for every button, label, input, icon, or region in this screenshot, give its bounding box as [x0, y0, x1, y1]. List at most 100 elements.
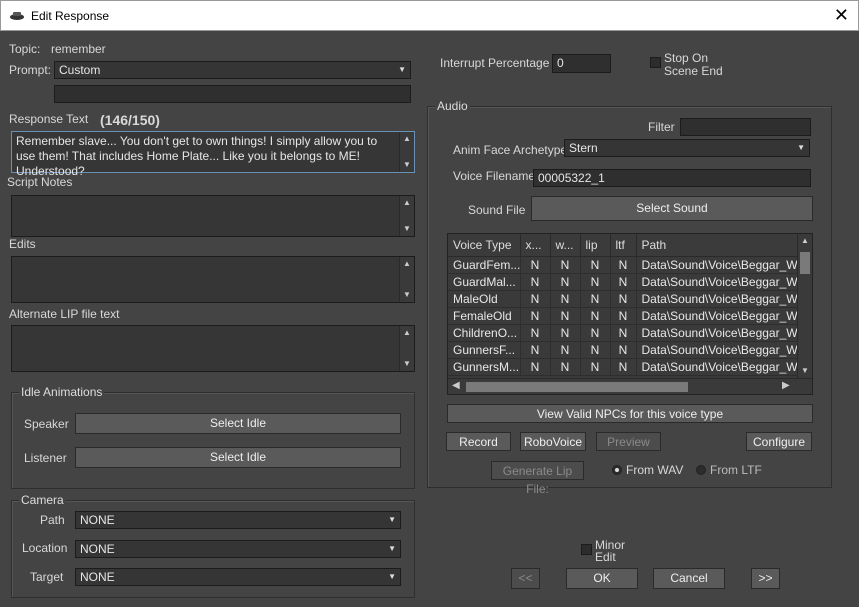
- audio-group: Audio Filter Anim Face Archetype Stern ▼ …: [427, 99, 832, 496]
- scroll-down-icon[interactable]: ▼: [400, 222, 414, 236]
- voice-type-grid: Voice Type x... w... lip ltf Path GuardF…: [448, 234, 799, 376]
- table-row[interactable]: GuardFem... N N N N Data\Sound\Voice\Beggar_W…: [448, 256, 799, 274]
- app-icon: [10, 12, 24, 20]
- edits-label: Edits: [9, 237, 36, 251]
- table-row[interactable]: GunnersM... N N N N Data\Sound\Voice\Beggar_W…: [448, 358, 799, 376]
- table-row[interactable]: GuardMal... N N N N Data\Sound\Voice\Beggar_W…: [448, 273, 799, 291]
- response-char-count: (146/150): [100, 112, 160, 128]
- h-scrollbar-thumb[interactable]: [466, 382, 688, 392]
- table-vertical-scrollbar[interactable]: ▲ ▼: [797, 234, 812, 378]
- edits-scrollbar[interactable]: ▲ ▼: [399, 257, 414, 302]
- camera-path-select[interactable]: NONE ▼: [75, 511, 401, 529]
- view-valid-npcs-button[interactable]: View Valid NPCs for this voice type: [447, 404, 813, 423]
- idle-animations-caption: Idle Animations: [19, 385, 105, 399]
- from-wav-label: From WAV: [626, 463, 684, 477]
- voice-filename-input[interactable]: 00005322_1: [533, 169, 811, 187]
- cell-w: N: [550, 290, 581, 308]
- scroll-up-icon[interactable]: ▲: [798, 234, 812, 248]
- cell-x: N: [520, 307, 551, 325]
- ok-button[interactable]: OK: [566, 568, 638, 589]
- interrupt-percentage-input[interactable]: 0: [552, 54, 611, 73]
- column-header-w[interactable]: w...: [550, 234, 581, 257]
- scroll-up-icon[interactable]: ▲: [400, 257, 414, 271]
- edits-area[interactable]: ▲ ▼: [11, 256, 415, 303]
- cell-path: Data\Sound\Voice\Beggar_Who: [636, 307, 799, 325]
- cell-x: N: [520, 341, 551, 359]
- previous-button[interactable]: <<: [511, 568, 540, 589]
- scroll-down-icon[interactable]: ▼: [400, 158, 414, 172]
- cell-path: Data\Sound\Voice\Beggar_Who: [636, 290, 799, 308]
- dialog-body: Topic: remember Prompt: Custom ▼ Respons…: [1, 31, 858, 606]
- cell-lip: N: [580, 273, 611, 291]
- column-header-x[interactable]: x...: [520, 234, 551, 257]
- table-row[interactable]: GunnersF... N N N N Data\Sound\Voice\Beggar_W…: [448, 341, 799, 359]
- preview-button[interactable]: Preview: [596, 432, 661, 451]
- next-button[interactable]: >>: [751, 568, 780, 589]
- stop-on-label: Stop On: [664, 51, 709, 65]
- camera-group: Camera Path NONE ▼ Location NONE ▼ Target …: [11, 493, 415, 598]
- select-speaker-idle-button[interactable]: Select Idle: [75, 413, 401, 434]
- robovoice-button[interactable]: RoboVoice: [520, 432, 586, 451]
- cell-w: N: [550, 324, 581, 342]
- lip-scrollbar[interactable]: ▲ ▼: [399, 326, 414, 371]
- script-notes-area[interactable]: ▲ ▼: [11, 195, 415, 237]
- configure-button[interactable]: Configure: [746, 432, 812, 451]
- chevron-down-icon: ▼: [388, 515, 396, 524]
- scroll-up-icon[interactable]: ▲: [400, 326, 414, 340]
- scroll-down-icon[interactable]: ▼: [400, 357, 414, 371]
- camera-target-select[interactable]: NONE ▼: [75, 568, 401, 586]
- scroll-up-icon[interactable]: ▲: [400, 196, 414, 210]
- prompt-text-field[interactable]: [54, 85, 411, 103]
- scene-end-label: Scene End: [664, 64, 723, 78]
- table-row[interactable]: MaleOld N N N N Data\Sound\Voice\Beggar_Who: [448, 290, 799, 308]
- minor-edit-checkbox[interactable]: [581, 544, 592, 555]
- cell-ltf: N: [610, 358, 637, 376]
- camera-caption: Camera: [19, 493, 66, 507]
- response-scrollbar[interactable]: ▲ ▼: [399, 132, 414, 172]
- prompt-select[interactable]: Custom ▼: [54, 61, 411, 79]
- camera-location-label: Location: [22, 541, 68, 555]
- camera-location-select[interactable]: NONE ▼: [75, 540, 401, 558]
- cell-lip: N: [580, 256, 611, 274]
- voice-filename-label: Voice Filename: [453, 169, 536, 183]
- lip-text-area[interactable]: ▲ ▼: [11, 325, 415, 372]
- topic-label: Topic:: [9, 42, 41, 56]
- response-text-area[interactable]: Remember slave... You don't get to own t…: [11, 131, 415, 178]
- cell-lip: N: [580, 290, 611, 308]
- column-header-lip[interactable]: lip: [580, 234, 611, 257]
- table-row[interactable]: FemaleOld N N N N Data\Sound\Voice\Beggar_Who: [448, 307, 799, 325]
- camera-path-value: NONE: [80, 513, 115, 527]
- scroll-left-icon[interactable]: ◀: [452, 380, 460, 391]
- from-wav-radio[interactable]: [612, 465, 622, 475]
- cell-voice-type: ChildrenO...: [448, 324, 521, 342]
- stop-on-scene-end-checkbox[interactable]: [650, 57, 661, 68]
- camera-path-label: Path: [40, 513, 65, 527]
- select-sound-button[interactable]: Select Sound: [531, 196, 813, 221]
- script-notes-scrollbar[interactable]: ▲ ▼: [399, 196, 414, 236]
- scroll-right-icon[interactable]: ▶: [782, 380, 790, 391]
- response-text: Remember slave... You don't get to own t…: [16, 134, 378, 178]
- table-horizontal-scrollbar[interactable]: ◀ ▶: [448, 378, 812, 394]
- column-header-voice-type[interactable]: Voice Type: [448, 234, 521, 257]
- select-listener-idle-button[interactable]: Select Idle: [75, 447, 401, 468]
- scroll-down-icon[interactable]: ▼: [400, 288, 414, 302]
- generate-lip-file-button[interactable]: Generate Lip File:: [491, 461, 584, 496]
- close-icon[interactable]: ✕: [834, 5, 849, 26]
- cell-voice-type: GunnersM...: [448, 358, 521, 376]
- record-button[interactable]: Record: [446, 432, 511, 451]
- cell-w: N: [550, 358, 581, 376]
- column-header-ltf[interactable]: ltf: [610, 234, 637, 257]
- cell-lip: N: [580, 341, 611, 359]
- scroll-down-icon[interactable]: ▼: [798, 364, 812, 378]
- scroll-up-icon[interactable]: ▲: [400, 132, 414, 146]
- archetype-select[interactable]: Stern ▼: [564, 139, 810, 157]
- column-header-path[interactable]: Path: [636, 234, 799, 257]
- chevron-down-icon: ▼: [388, 544, 396, 553]
- table-row[interactable]: ChildrenO... N N N N Data\Sound\Voice\Beggar_…: [448, 324, 799, 342]
- cell-x: N: [520, 256, 551, 274]
- from-ltf-radio[interactable]: [696, 465, 706, 475]
- scrollbar-thumb[interactable]: [800, 252, 810, 274]
- filter-input[interactable]: [680, 118, 811, 136]
- cell-path: Data\Sound\Voice\Beggar_Who: [636, 273, 799, 291]
- cancel-button[interactable]: Cancel: [653, 568, 725, 589]
